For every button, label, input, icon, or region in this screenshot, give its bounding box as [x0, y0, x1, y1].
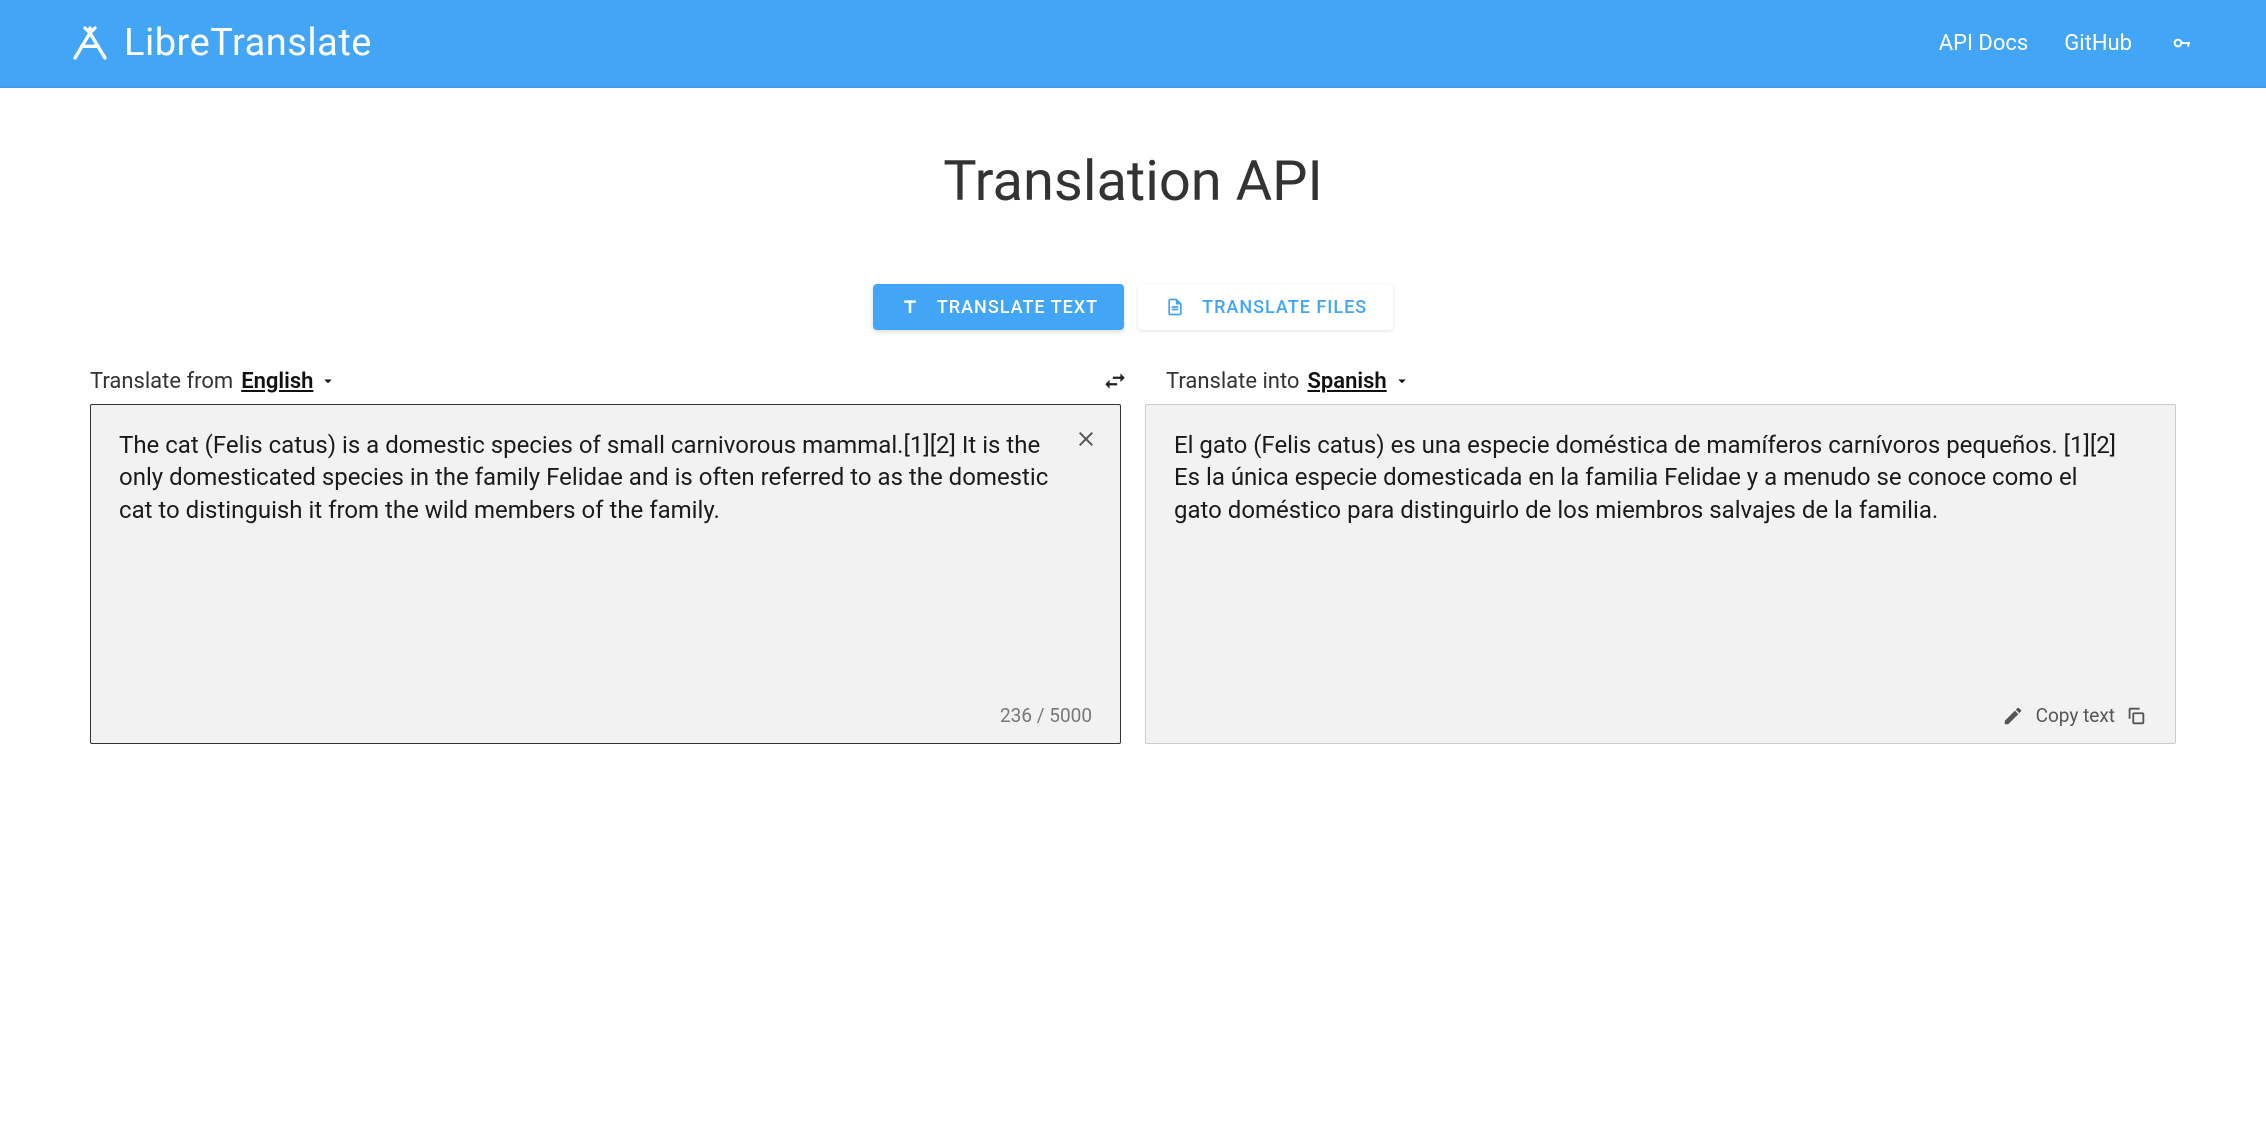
translation-boxes: 236 / 5000 El gato (Felis catus) es una … [90, 404, 2176, 744]
nav-api-docs[interactable]: API Docs [1939, 31, 2029, 56]
source-lang-value: English [241, 369, 313, 394]
chevron-down-icon [1393, 372, 1411, 390]
target-lang-select[interactable]: Spanish [1307, 369, 1410, 394]
header-nav: API Docs GitHub [1939, 29, 2196, 57]
target-box-footer: Copy text [1174, 704, 2147, 727]
target-lang-label: Translate into [1166, 369, 1299, 394]
brand-title: LibreTranslate [124, 21, 372, 65]
app-header: LibreTranslate API Docs GitHub [0, 0, 2266, 88]
file-icon [1164, 296, 1186, 318]
source-lang-select[interactable]: English [241, 369, 337, 394]
nav-github[interactable]: GitHub [2064, 31, 2132, 56]
target-lang-value: Spanish [1307, 369, 1386, 394]
brand-logo-icon [70, 23, 110, 63]
brand[interactable]: LibreTranslate [70, 21, 372, 65]
chevron-down-icon [319, 372, 337, 390]
source-lang-group: Translate from English [90, 369, 1100, 394]
mode-tabs: TRANSLATE TEXT TRANSLATE FILES [90, 284, 2176, 330]
copy-text-button[interactable]: Copy text [2036, 704, 2147, 727]
tab-text-label: TRANSLATE TEXT [937, 297, 1098, 318]
copy-text-label: Copy text [2036, 704, 2115, 727]
page-title: Translation API [90, 148, 2176, 214]
tab-translate-text[interactable]: TRANSLATE TEXT [873, 284, 1124, 330]
api-key-icon[interactable] [2168, 29, 2196, 57]
target-lang-group: Translate into Spanish [1166, 369, 2176, 394]
clear-input-button[interactable] [1072, 425, 1100, 453]
edit-icon[interactable] [2002, 705, 2024, 727]
tab-files-label: TRANSLATE FILES [1202, 297, 1367, 318]
target-text-output: El gato (Felis catus) es una especie dom… [1174, 429, 2147, 696]
tab-translate-files[interactable]: TRANSLATE FILES [1138, 284, 1393, 330]
language-row: Translate from English Translate into Sp… [90, 366, 2176, 396]
main-content: Translation API TRANSLATE TEXT TRANSLATE… [0, 88, 2266, 784]
target-box: El gato (Felis catus) es una especie dom… [1145, 404, 2176, 744]
source-box: 236 / 5000 [90, 404, 1121, 744]
char-count: 236 / 5000 [119, 704, 1092, 727]
copy-icon [2125, 705, 2147, 727]
source-lang-label: Translate from [90, 369, 233, 394]
title-t-icon [899, 296, 921, 318]
swap-languages-button[interactable] [1100, 366, 1130, 396]
source-text-input[interactable] [119, 429, 1092, 696]
